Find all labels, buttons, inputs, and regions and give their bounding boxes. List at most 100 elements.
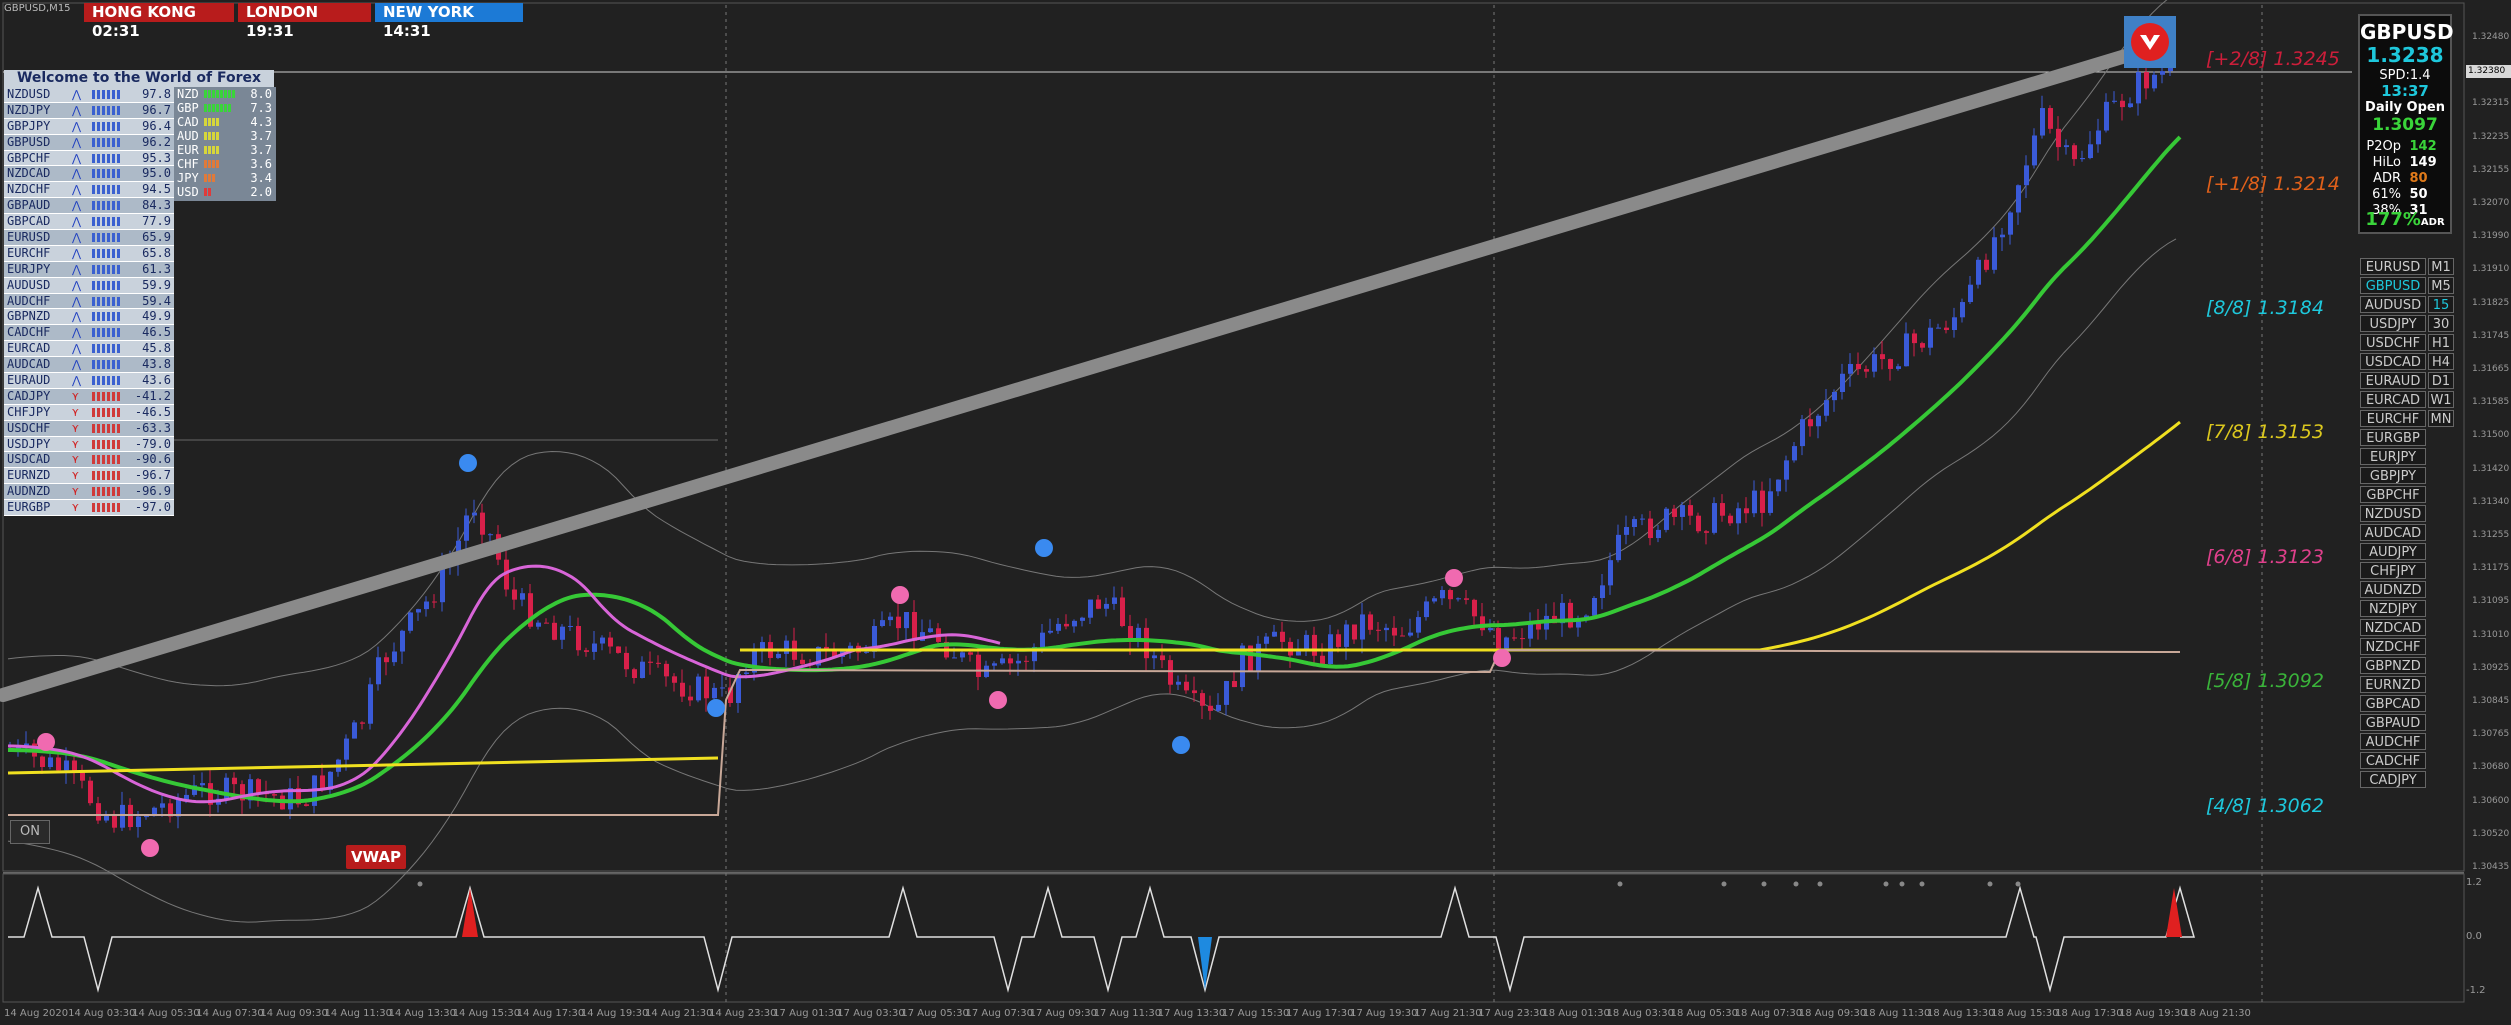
currency-name: CHF xyxy=(177,157,199,171)
pair-row: AUDCAD ⋀ 43.8 xyxy=(4,357,174,374)
symbol-button-audjpy[interactable]: AUDJPY xyxy=(2360,543,2426,560)
strength-bars xyxy=(92,487,122,497)
symbol-button-chfjpy[interactable]: CHFJPY xyxy=(2360,562,2426,579)
symbol-button-eurchf[interactable]: EURCHF xyxy=(2360,410,2426,427)
pair-name: USDCAD xyxy=(7,452,51,467)
timeframe-button-m5[interactable]: M5 xyxy=(2428,277,2454,294)
candle-body xyxy=(1344,624,1349,647)
strength-bar xyxy=(112,280,115,290)
symbol-button-gbpchf[interactable]: GBPCHF xyxy=(2360,486,2426,503)
candle-body xyxy=(2160,71,2165,75)
symbol-button-nzdcad[interactable]: NZDCAD xyxy=(2360,619,2426,636)
candle-body xyxy=(64,760,69,771)
candle-body xyxy=(1808,419,1813,427)
symbol-button-eurcad[interactable]: EURCAD xyxy=(2360,391,2426,408)
pair-value: -90.6 xyxy=(134,452,171,467)
symbol-button-eurnzd[interactable]: EURNZD xyxy=(2360,676,2426,693)
symbol-button-eurjpy[interactable]: EURJPY xyxy=(2360,448,2426,465)
symbol-button-eurgbp[interactable]: EURGBP xyxy=(2360,429,2426,446)
symbol-button-audnzd[interactable]: AUDNZD xyxy=(2360,581,2426,598)
on-toggle-button[interactable]: ON xyxy=(10,820,50,844)
strength-bar xyxy=(112,503,115,513)
candle-body xyxy=(1408,632,1413,636)
symbol-button-cadjpy[interactable]: CADJPY xyxy=(2360,771,2426,788)
strength-bar xyxy=(112,391,115,401)
strength-bar xyxy=(107,296,110,306)
currency-bar xyxy=(216,160,219,168)
strength-bar xyxy=(107,376,110,386)
price-tick: 1.31500 xyxy=(2472,430,2510,441)
timeframe-button-15[interactable]: 15 xyxy=(2428,296,2454,313)
candle-body xyxy=(1648,518,1653,539)
symbol-button-gbpnzd[interactable]: GBPNZD xyxy=(2360,657,2426,674)
strength-bar xyxy=(112,376,115,386)
candle-body xyxy=(1072,620,1077,627)
candle-body xyxy=(104,815,109,821)
timeframe-button-h1[interactable]: H1 xyxy=(2428,334,2454,351)
price-tick: 1.31175 xyxy=(2472,563,2510,574)
strength-bar xyxy=(117,471,120,481)
currency-value: 3.7 xyxy=(250,129,272,143)
strength-bar xyxy=(97,312,100,322)
currency-row: EUR 3.7 xyxy=(174,143,276,157)
candle-body xyxy=(1992,237,1997,270)
timeframe-button-mn[interactable]: MN xyxy=(2428,410,2454,427)
timeframe-button-m1[interactable]: M1 xyxy=(2428,258,2454,275)
candle-body xyxy=(1784,460,1789,480)
strength-bar xyxy=(112,90,115,99)
currency-bar xyxy=(224,104,227,112)
symbol-button-gbpaud[interactable]: GBPAUD xyxy=(2360,714,2426,731)
strength-bars xyxy=(92,296,122,306)
symbol-button-audusd[interactable]: AUDUSD xyxy=(2360,296,2426,313)
candle-body xyxy=(1688,505,1693,516)
trend-up-icon: ⋀ xyxy=(72,88,82,101)
strength-bar xyxy=(107,455,110,465)
timeframe-button-w1[interactable]: W1 xyxy=(2428,391,2454,408)
symbol-info-panel: GBPUSD 1.3238 SPD:1.4 13:37 Daily Open 1… xyxy=(2358,14,2454,234)
vwap-label[interactable]: VWAP xyxy=(346,845,406,869)
symbol-button-eurusd[interactable]: EURUSD xyxy=(2360,258,2426,275)
strength-bar xyxy=(107,328,110,338)
strength-bar xyxy=(117,312,120,322)
pair-row: CADCHF ⋀ 46.5 xyxy=(4,325,174,342)
pair-value: -97.0 xyxy=(134,500,171,515)
currency-bar xyxy=(204,160,207,168)
pair-name: NZDCAD xyxy=(7,166,51,181)
timeframe-button-h4[interactable]: H4 xyxy=(2428,353,2454,370)
currency-name: NZD xyxy=(177,87,199,101)
symbol-button-nzdchf[interactable]: NZDCHF xyxy=(2360,638,2426,655)
price-tick: 1.30435 xyxy=(2472,862,2510,872)
candle-body xyxy=(1712,503,1717,533)
timeframe-button-d1[interactable]: D1 xyxy=(2428,372,2454,389)
strength-bar xyxy=(92,360,95,370)
symbol-button-cadchf[interactable]: CADCHF xyxy=(2360,752,2426,769)
strength-bar xyxy=(112,169,115,179)
time-tick: 14 Aug 07:30 xyxy=(196,1008,264,1019)
symbol-button-usdjpy[interactable]: USDJPY xyxy=(2360,315,2426,332)
timeframe-button-30[interactable]: 30 xyxy=(2428,315,2454,332)
strength-bar xyxy=(97,105,100,115)
murrey-level-label: [+1/8] 1.3214 xyxy=(2206,173,2340,195)
candle-body xyxy=(2024,165,2029,186)
strength-bar xyxy=(97,153,100,163)
currency-name: USD xyxy=(177,185,199,199)
symbol-button-gbpjpy[interactable]: GBPJPY xyxy=(2360,467,2426,484)
candle-body xyxy=(88,780,93,804)
symbol-button-usdchf[interactable]: USDCHF xyxy=(2360,334,2426,351)
strength-bar xyxy=(107,169,110,179)
symbol-button-gbpcad[interactable]: GBPCAD xyxy=(2360,695,2426,712)
symbol-button-gbpusd[interactable]: GBPUSD xyxy=(2360,277,2426,294)
symbol-button-usdcad[interactable]: USDCAD xyxy=(2360,353,2426,370)
candle-body xyxy=(1488,628,1493,631)
adr-suffix: ADR xyxy=(2420,217,2445,228)
symbol-button-audcad[interactable]: AUDCAD xyxy=(2360,524,2426,541)
currency-bar xyxy=(208,90,211,98)
trend-up-icon: ⋀ xyxy=(72,215,82,229)
candle-body xyxy=(2056,128,2061,148)
price-chart[interactable] xyxy=(0,0,2511,1025)
symbol-button-nzdjpy[interactable]: NZDJPY xyxy=(2360,600,2426,617)
symbol-button-euraud[interactable]: EURAUD xyxy=(2360,372,2426,389)
time-tick: 17 Aug 17:30 xyxy=(1286,1008,1354,1019)
symbol-button-nzdusd[interactable]: NZDUSD xyxy=(2360,505,2426,522)
symbol-button-audchf[interactable]: AUDCHF xyxy=(2360,733,2426,750)
